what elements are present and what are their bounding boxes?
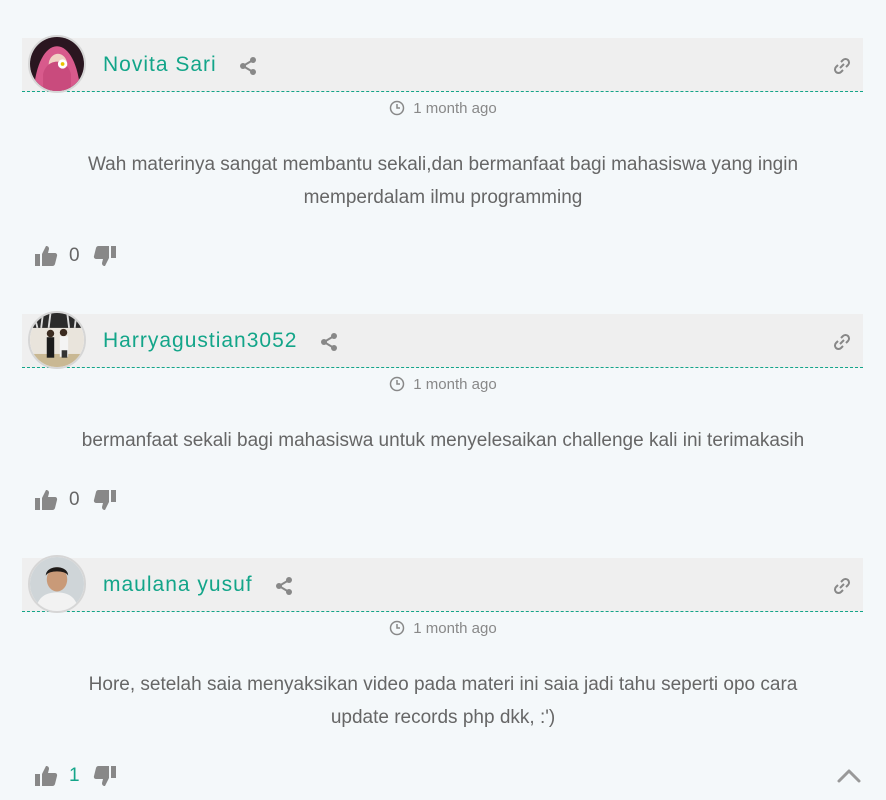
vote-count: 0 bbox=[69, 489, 80, 510]
thumbs-up-icon[interactable] bbox=[34, 244, 58, 268]
chevron-up-icon[interactable] bbox=[836, 766, 862, 786]
comment-text: bermanfaat sekali bagi mahasiswa untuk m… bbox=[0, 424, 886, 457]
comment-timestamp: 1 month ago bbox=[0, 376, 886, 393]
vote-count: 0 bbox=[69, 245, 80, 266]
comment-timestamp: 1 month ago bbox=[0, 620, 886, 637]
author-name[interactable]: Harryagustian3052 bbox=[103, 329, 297, 353]
thumbs-down-icon[interactable] bbox=[93, 764, 117, 788]
thumbs-up-icon[interactable] bbox=[34, 488, 58, 512]
clock-icon bbox=[390, 376, 405, 392]
comment-text-line: memperdalam ilmu programming bbox=[303, 187, 583, 208]
thumbs-down-icon[interactable] bbox=[93, 488, 117, 512]
share-icon[interactable] bbox=[274, 576, 294, 596]
comment-text-line: update records php dkk, :') bbox=[330, 707, 556, 728]
link-icon[interactable] bbox=[832, 56, 852, 76]
comment-text: Wah materinya sangat membantu sekali,dan… bbox=[0, 148, 886, 214]
vote-count: 1 bbox=[69, 765, 80, 786]
avatar[interactable] bbox=[28, 311, 86, 369]
thumbs-up-icon[interactable] bbox=[34, 764, 58, 788]
comment-text-line: Hore, setelah saia menyaksikan video pad… bbox=[88, 674, 798, 695]
link-icon[interactable] bbox=[832, 576, 852, 596]
share-icon[interactable] bbox=[238, 56, 258, 76]
author-name[interactable]: Novita Sari bbox=[103, 53, 217, 77]
timestamp-text: 1 month ago bbox=[413, 620, 497, 637]
link-icon[interactable] bbox=[832, 332, 852, 352]
share-icon[interactable] bbox=[319, 332, 339, 352]
thumbs-down-icon[interactable] bbox=[93, 244, 117, 268]
clock-icon bbox=[390, 620, 405, 636]
comment-text-line: bermanfaat sekali bagi mahasiswa untuk m… bbox=[81, 430, 805, 451]
comment-text: Hore, setelah saia menyaksikan video pad… bbox=[0, 668, 886, 734]
comment-text-line: Wah materinya sangat membantu sekali,dan… bbox=[87, 154, 799, 175]
avatar[interactable] bbox=[28, 35, 86, 93]
clock-icon bbox=[390, 100, 405, 116]
author-name[interactable]: maulana yusuf bbox=[103, 573, 253, 597]
avatar[interactable] bbox=[28, 555, 86, 613]
comment-timestamp: 1 month ago bbox=[0, 100, 886, 117]
timestamp-text: 1 month ago bbox=[413, 100, 497, 117]
timestamp-text: 1 month ago bbox=[413, 376, 497, 393]
